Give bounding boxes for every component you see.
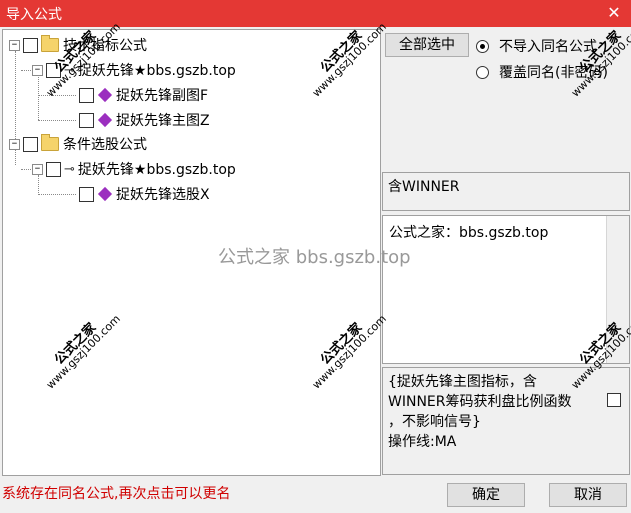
title-bar: 导入公式 ✕ xyxy=(0,0,631,27)
tree-checkbox[interactable] xyxy=(23,136,38,152)
tree-checkbox[interactable] xyxy=(23,37,38,53)
radio-label: 不导入同名公式 xyxy=(499,39,597,55)
tree-connector xyxy=(15,51,16,143)
tree-node-label: 捉妖先锋★bbs.gszb.top xyxy=(77,63,236,79)
tree-connector xyxy=(38,120,76,121)
tree-node-label: 技术指标公式 xyxy=(63,38,147,54)
window-title: 导入公式 xyxy=(6,7,62,23)
tree-connector xyxy=(38,75,39,120)
tree-node-tech-leaf1[interactable]: 捉妖先锋副图F xyxy=(79,85,208,105)
tree-checkbox[interactable] xyxy=(79,186,94,202)
collapse-icon[interactable]: − xyxy=(32,163,43,175)
folder-icon xyxy=(41,35,59,52)
radio-dot-icon[interactable] xyxy=(476,39,489,53)
tree-checkbox[interactable] xyxy=(46,62,61,78)
key-icon: ⊸ xyxy=(64,161,75,177)
tree-checkbox[interactable] xyxy=(79,87,94,103)
folder-icon xyxy=(41,134,59,151)
note-line: ，不影响信号} xyxy=(388,414,481,430)
cancel-button[interactable]: 取消 xyxy=(549,483,627,507)
tree-node-label: 条件选股公式 xyxy=(63,137,147,153)
note-line: 操作线:MA xyxy=(388,434,457,450)
status-message: 系统存在同名公式,再次点击可以更名 xyxy=(2,486,231,502)
note-text: {捉妖先锋主图指标，含 WINNER筹码获利盘比例函数 ，不影响信号} 操作线:… xyxy=(388,372,594,452)
contains-text: 含WINNER xyxy=(388,179,460,195)
tree-checkbox[interactable] xyxy=(79,112,94,128)
tree-node-cond[interactable]: − 条件选股公式 xyxy=(9,134,147,154)
key-icon: ⊸ xyxy=(64,62,75,78)
formula-gem-icon xyxy=(97,186,113,202)
tree-node-tech-child[interactable]: − ⊸ 捉妖先锋★bbs.gszb.top xyxy=(32,60,236,80)
collapse-icon[interactable]: − xyxy=(32,64,43,76)
watermark-stamp: 公式之家 www.gszj100.com xyxy=(568,20,631,100)
tree-node-label: 捉妖先锋副图F xyxy=(116,88,209,104)
tree-connector xyxy=(21,169,31,170)
tree-checkbox[interactable] xyxy=(46,161,61,177)
radio-overwrite-same-name[interactable]: 覆盖同名(非密码) xyxy=(476,62,608,82)
collapse-icon[interactable]: − xyxy=(9,39,20,51)
center-watermark: 公式之家 bbs.gszb.top xyxy=(218,247,411,268)
tree-node-tech[interactable]: − 技术指标公式 xyxy=(9,35,147,55)
contains-panel: 含WINNER xyxy=(382,172,630,211)
note-line: WINNER筹码获利盘比例函数 xyxy=(388,394,572,410)
tree-node-label: 捉妖先锋选股X xyxy=(116,187,210,203)
tree-node-label: 捉妖先锋★bbs.gszb.top xyxy=(77,162,236,178)
tree-connector xyxy=(38,95,76,96)
tree-connector xyxy=(21,70,31,71)
tree-node-tech-leaf2[interactable]: 捉妖先锋主图Z xyxy=(79,110,210,130)
note-panel: {捉妖先锋主图指标，含 WINNER筹码获利盘比例函数 ，不影响信号} 操作线:… xyxy=(382,367,630,475)
description-scrollbar[interactable] xyxy=(606,216,629,363)
formula-gem-icon xyxy=(97,112,113,128)
collapse-icon[interactable]: − xyxy=(9,138,20,150)
radio-label: 覆盖同名(非密码) xyxy=(499,65,608,81)
description-text: 公式之家：bbs.gszb.top xyxy=(389,225,549,241)
close-icon[interactable]: ✕ xyxy=(603,2,625,24)
tree-node-cond-child[interactable]: − ⊸ 捉妖先锋★bbs.gszb.top xyxy=(32,159,236,179)
radio-dot-icon[interactable] xyxy=(476,65,489,79)
tree-connector xyxy=(38,194,76,195)
ok-button[interactable]: 确定 xyxy=(447,483,525,507)
select-all-button[interactable]: 全部选中 xyxy=(385,33,469,57)
formula-gem-icon xyxy=(97,87,113,103)
radio-skip-same-name[interactable]: 不导入同名公式 xyxy=(476,36,597,56)
tree-node-cond-leaf1[interactable]: 捉妖先锋选股X xyxy=(79,184,210,204)
import-dialog: − 技术指标公式 − ⊸ 捉妖先锋★bbs.gszb.top 捉妖先锋副图F 捉… xyxy=(0,20,631,513)
tree-node-label: 捉妖先锋主图Z xyxy=(116,110,210,130)
description-box[interactable]: 公式之家：bbs.gszb.top xyxy=(382,215,630,364)
note-checkbox[interactable] xyxy=(607,393,621,407)
note-line: {捉妖先锋主图指标，含 xyxy=(388,374,537,390)
